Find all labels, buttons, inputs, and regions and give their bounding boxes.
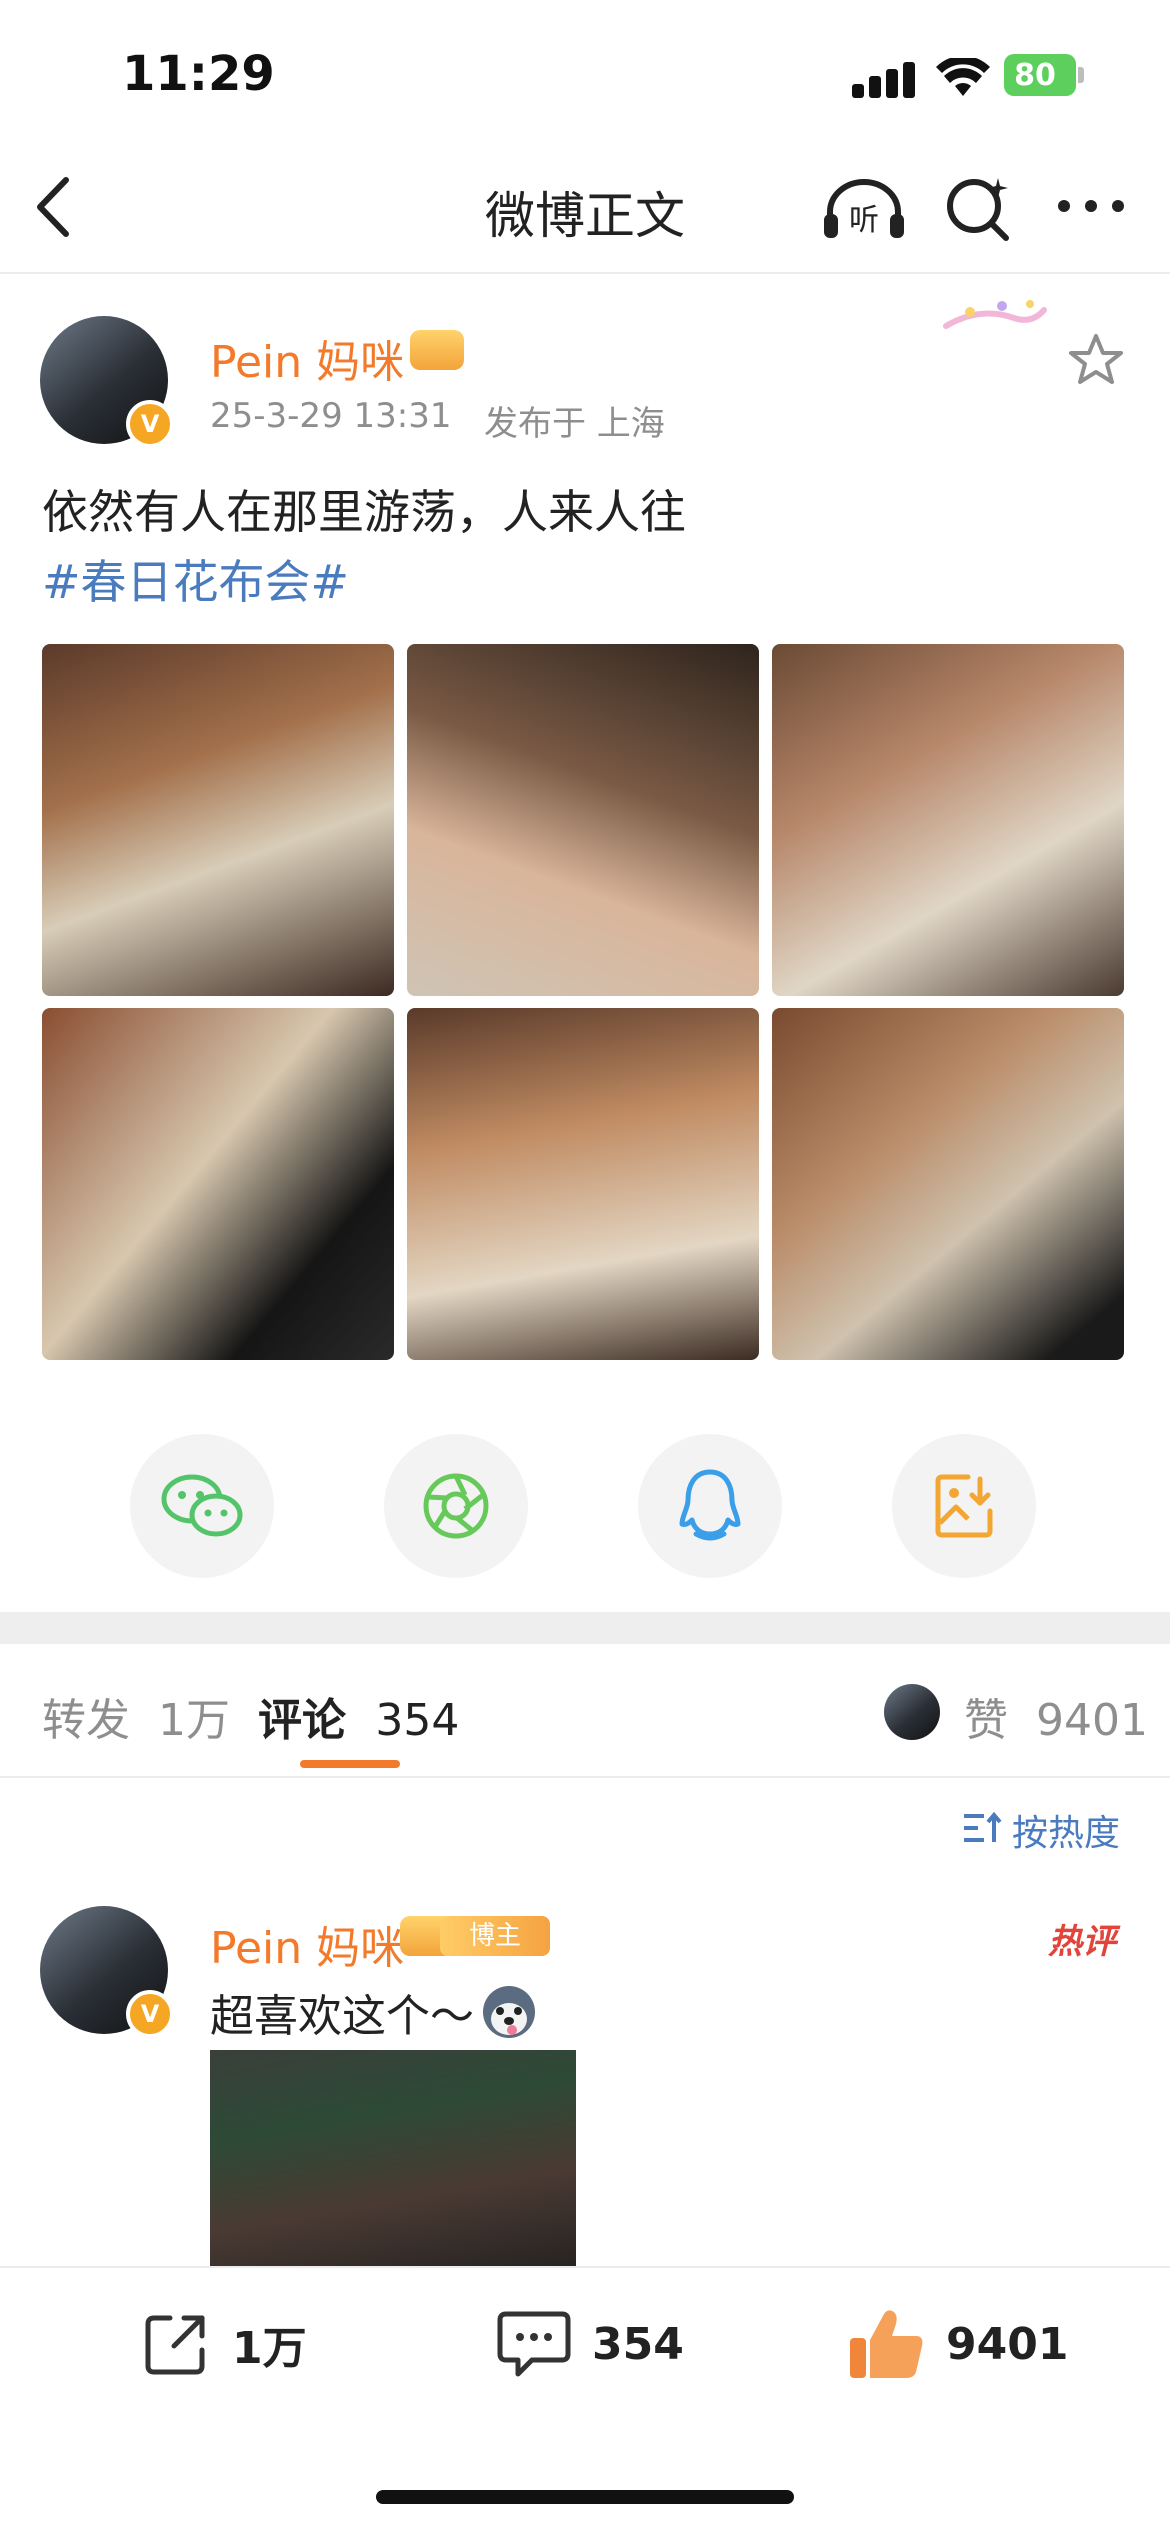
tab-like-count: 9401 (1036, 1695, 1148, 1746)
headphones-icon[interactable]: 听 (822, 176, 906, 242)
repost-button[interactable]: 1万 (140, 2308, 307, 2380)
status-time: 11:29 (122, 46, 275, 102)
decoration-icon (943, 300, 1047, 329)
comment-verified-icon: V (126, 1990, 174, 2038)
nav-divider (0, 272, 1170, 274)
share-qq-button[interactable] (638, 1434, 782, 1578)
post-photo-3[interactable] (772, 644, 1124, 996)
like-count: 9401 (946, 2318, 1069, 2370)
blogger-badge: 博主 (440, 1916, 550, 1956)
comment-author[interactable]: Pein 妈咪 (210, 1912, 404, 1976)
crown-badge-icon (410, 330, 464, 370)
verified-badge-icon: V (126, 400, 174, 448)
tab-comment-label: 评论 (258, 1695, 346, 1746)
tab-repost-count: 1万 (158, 1695, 230, 1746)
sort-by-hot-button[interactable]: 按热度 (1012, 1804, 1120, 1856)
tab-like-label: 赞 (964, 1695, 1008, 1746)
share-moments-button[interactable] (384, 1434, 528, 1578)
post-location: 发布于 上海 (484, 404, 665, 444)
tab-likes[interactable]: 赞 9401 (964, 1684, 1148, 1748)
repost-icon (145, 2315, 205, 2375)
save-image-button[interactable] (892, 1434, 1036, 1578)
post-photo-4[interactable] (42, 1008, 394, 1360)
post-photo-6[interactable] (772, 1008, 1124, 1360)
comment-button[interactable]: 354 (496, 2308, 684, 2380)
comment-count: 354 (592, 2318, 684, 2370)
comment-image[interactable] (210, 2050, 576, 2290)
liker-avatar[interactable] (884, 1684, 940, 1740)
post-photo-2[interactable] (407, 644, 759, 996)
tab-comment-count: 354 (375, 1695, 460, 1746)
moments-icon (423, 1473, 489, 1539)
cellular-signal-icon (852, 62, 916, 98)
battery-level: 80 (1014, 58, 1056, 93)
section-divider (0, 1612, 1170, 1644)
post-text: 依然有人在那里游荡，人来人往 (42, 485, 686, 539)
qq-icon (679, 1469, 741, 1541)
post-timestamp: 25-3-29 13:31 (210, 396, 452, 436)
author-name[interactable]: Pein 妈咪 (210, 326, 404, 390)
tab-repost-label: 转发 (42, 1695, 130, 1746)
wifi-icon (936, 58, 990, 96)
search-icon[interactable] (944, 174, 1014, 244)
tabs-divider (0, 1776, 1170, 1778)
hot-comment-badge: 热评 (1048, 1922, 1116, 1962)
post-photo-5[interactable] (407, 1008, 759, 1360)
comment-text: 超喜欢这个～ (210, 1991, 474, 2042)
tab-comment[interactable]: 评论 354 (258, 1684, 459, 1748)
comment-body: 超喜欢这个～ (210, 1980, 538, 2044)
sort-icon[interactable] (962, 1810, 1002, 1846)
wechat-icon (161, 1474, 243, 1537)
tab-active-indicator (300, 1760, 400, 1768)
save-image-icon (935, 1474, 993, 1538)
svg-text:听: 听 (849, 203, 879, 238)
husky-emoji-icon (483, 1986, 535, 2038)
share-wechat-button[interactable] (130, 1434, 274, 1578)
star-icon[interactable] (1068, 332, 1124, 388)
like-icon (850, 2310, 923, 2378)
repost-count: 1万 (232, 2323, 307, 2374)
post-hashtag[interactable]: #春日花布会# (42, 546, 349, 612)
battery-indicator: 80 (1004, 54, 1084, 96)
like-button[interactable]: 9401 (846, 2306, 1068, 2382)
tab-repost[interactable]: 转发 1万 (42, 1684, 230, 1748)
home-indicator (376, 2490, 794, 2504)
comment-icon (497, 2311, 571, 2377)
more-icon[interactable] (1056, 196, 1126, 216)
post-photo-1[interactable] (42, 644, 394, 996)
